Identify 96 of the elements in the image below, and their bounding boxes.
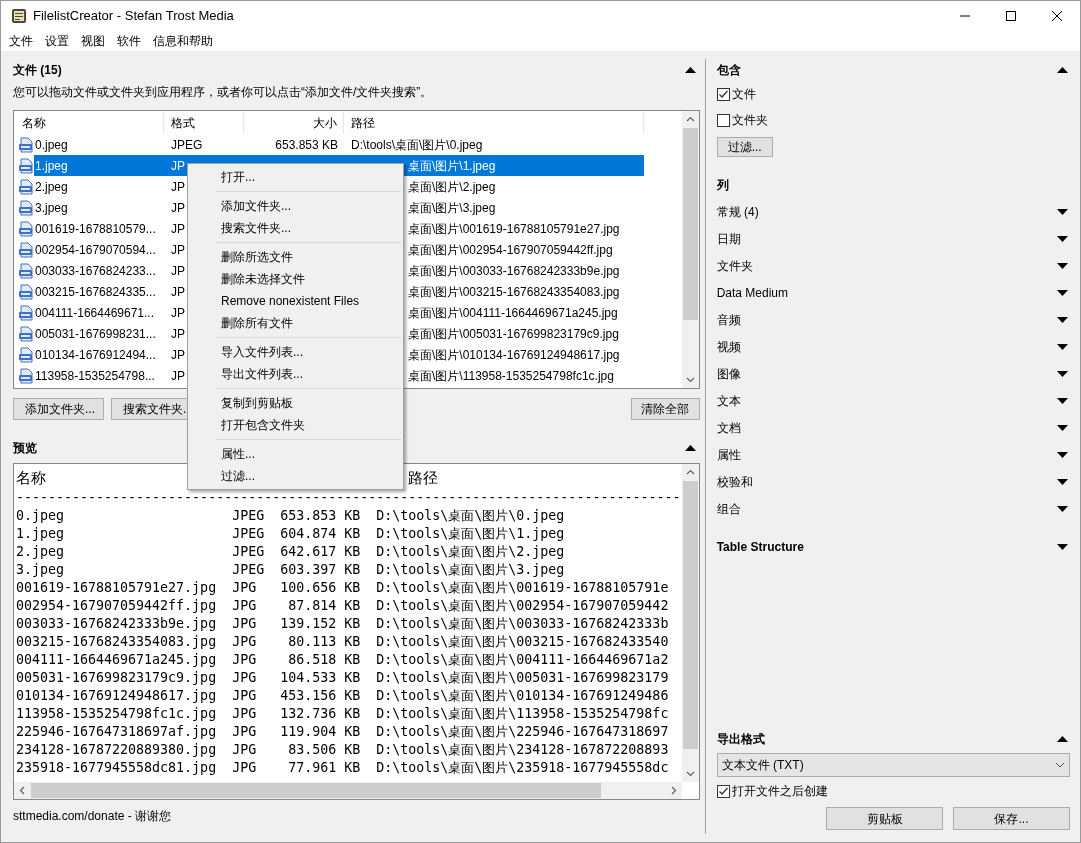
preview-cell-text: JPG xyxy=(232,615,258,633)
preview-cell-text: 010134-16769124948617.jpg xyxy=(16,687,218,705)
preview-cell-text: JPG xyxy=(232,741,258,759)
preview-cell: 453.156 KB xyxy=(280,687,361,705)
section-title: 包含 xyxy=(716,62,741,79)
table-cell: 桌面\图片\3.jpeg xyxy=(408,200,496,215)
preview-cell-text: JPEG xyxy=(232,561,266,579)
preview-cell-text: JPG xyxy=(232,759,258,777)
table-cell: JP xyxy=(171,326,185,341)
preview-cell: D:\tools\桌面\图片\2.jpeg xyxy=(376,543,565,561)
table-cell: 桌面\图片\2.jpeg xyxy=(408,179,496,194)
preview-cell: D:\tools\桌面\图片\3.jpeg xyxy=(376,561,565,579)
table-cell: JP xyxy=(171,368,185,383)
preview-cell-text: 0.jpeg xyxy=(16,507,66,525)
preview-cell: 653.853 KB xyxy=(280,507,361,525)
preview-cell-text: JPEG xyxy=(232,525,266,543)
preview-cell-text: JPG xyxy=(232,723,258,741)
table-cell: JP xyxy=(171,284,185,299)
table-cell: JP xyxy=(171,200,185,215)
section-title: 预览 xyxy=(13,440,37,457)
preview-cell-text: JPG xyxy=(232,579,258,597)
preview-cell: 100.656 KB xyxy=(280,579,361,597)
separator-line: ----------------------------------------------------------------------------------- xyxy=(16,489,682,507)
section-title: Table Structure xyxy=(716,539,804,556)
preview-cell-text: 235918-1677945558dc81.jpg xyxy=(16,759,218,777)
preview-cell-text: 113958-1535254798fc1c.jpg xyxy=(16,705,218,723)
preview-cell: 132.736 KB xyxy=(280,705,361,723)
preview-cell: D:\tools\桌面\图片\002954-167907059442 xyxy=(376,597,669,615)
preview-cell: D:\tools\桌面\图片\003215-167682433540 xyxy=(376,633,669,651)
section-title: 导出格式 xyxy=(716,731,765,748)
preview-cell-text: JPEG xyxy=(232,507,266,525)
table-cell: JP xyxy=(171,263,185,278)
table-cell: JPEG xyxy=(171,137,203,152)
preview-cell-text: 003215-16768243354083.jpg xyxy=(16,633,218,651)
preview-cell: D:\tools\桌面\图片\113958-1535254798fc xyxy=(376,705,669,723)
preview-cell: D:\tools\桌面\图片\1.jpeg xyxy=(376,525,565,543)
preview-cell: D:\tools\桌面\图片\225946-167647318697 xyxy=(376,723,669,741)
preview-cell: D:\tools\桌面\图片\0.jpeg xyxy=(376,507,565,525)
preview-cell: D:\tools\桌面\图片\001619-16788105791e xyxy=(376,579,669,597)
hint-text: 您可以拖动文件或文件夹到应用程序，或者你可以点击“添加文件/文件夹搜索”。 xyxy=(13,84,434,100)
preview-cell: 139.152 KB xyxy=(280,615,361,633)
preview-cell-text: 004111-1664469671a245.jpg xyxy=(16,651,218,669)
table-cell: 桌面\图片\010134-16769124948617.jpg xyxy=(408,347,620,362)
window-title: FilelistCreator - Stefan Trost Media xyxy=(33,7,234,26)
preview-cell-text: JPG xyxy=(232,687,258,705)
preview-cell: D:\tools\桌面\图片\010134-167691249486 xyxy=(376,687,669,705)
preview-cell-text: 234128-16787220889380.jpg xyxy=(16,741,218,759)
preview-cell-text: JPG xyxy=(232,597,258,615)
preview-cell: D:\tools\桌面\图片\235918-1677945558dc xyxy=(376,759,669,777)
column-header: 名称 xyxy=(16,469,46,487)
preview-cell-text: JPG xyxy=(232,705,258,723)
preview-cell-text: 2.jpeg xyxy=(16,543,66,561)
table-cell: JP xyxy=(171,242,185,257)
section-title: 文件 (15) xyxy=(13,62,62,79)
preview-cell: 104.533 KB xyxy=(280,669,361,687)
table-cell: 桌面\图片\002954-167907059442ff.jpg xyxy=(408,242,613,257)
preview-cell: 603.397 KB xyxy=(280,561,361,579)
preview-cell: 642.617 KB xyxy=(280,543,361,561)
preview-cell-text: 3.jpeg xyxy=(16,561,66,579)
column-header: 路径 xyxy=(408,469,438,487)
table-cell: 桌面\图片\001619-16788105791e27.jpg xyxy=(408,221,620,236)
preview-cell-text: JPG xyxy=(232,669,258,687)
preview-cell: D:\tools\桌面\图片\004111-1664469671a2 xyxy=(376,651,669,669)
table-cell: JP xyxy=(171,158,185,173)
preview-cell: 119.904 KB xyxy=(280,723,361,741)
preview-cell-text: JPG xyxy=(232,651,258,669)
table-cell: JP xyxy=(171,179,185,194)
preview-cell: 604.874 KB xyxy=(280,525,361,543)
table-cell: 桌面\图片\113958-1535254798fc1c.jpg xyxy=(408,368,614,383)
table-cell: 桌面\图片\004111-1664469671a245.jpg xyxy=(408,305,618,320)
preview-cell-text: 005031-167699823179c9.jpg xyxy=(16,669,218,687)
table-cell: JP xyxy=(171,305,185,320)
table-cell-text: 653.853 KB xyxy=(274,136,339,154)
preview-cell-text: 83.506 KB xyxy=(287,741,361,759)
preview-cell-text: 002954-167907059442ff.jpg xyxy=(16,597,218,615)
preview-cell-text: 001619-16788105791e27.jpg xyxy=(16,579,218,597)
preview-cell: D:\tools\桌面\图片\234128-167872208893 xyxy=(376,741,669,759)
preview-cell: D:\tools\桌面\图片\003033-16768242333b xyxy=(376,615,669,633)
table-cell: 桌面\图片\003215-16768243354083.jpg xyxy=(408,284,620,299)
table-cell: 桌面\图片\003033-16768242333b9e.jpg xyxy=(408,263,620,278)
table-cell: D:\tools\桌面\图片\0.jpeg xyxy=(351,137,483,152)
table-cell: JP xyxy=(171,347,185,362)
table-cell: 桌面\图片\005031-167699823179c9.jpg xyxy=(408,326,619,341)
section-title: 列 xyxy=(716,177,729,194)
preview-cell-text: JPEG xyxy=(232,543,266,561)
table-cell: 桌面\图片\1.jpeg xyxy=(408,158,496,173)
preview-cell-text: 1.jpeg xyxy=(16,525,66,543)
table-cell: JP xyxy=(171,221,185,236)
preview-cell-text: 86.518 KB xyxy=(287,651,361,669)
preview-cell-text: 77.961 KB xyxy=(287,759,361,777)
preview-cell-text: 80.113 KB xyxy=(287,633,361,651)
preview-cell-text: 003033-16768242333b9e.jpg xyxy=(16,615,218,633)
preview-cell: D:\tools\桌面\图片\005031-167699823179 xyxy=(376,669,669,687)
preview-cell-text: JPG xyxy=(232,633,258,651)
preview-cell-text: 225946-167647318697af.jpg xyxy=(16,723,218,741)
preview-cell-text: 87.814 KB xyxy=(287,597,361,615)
